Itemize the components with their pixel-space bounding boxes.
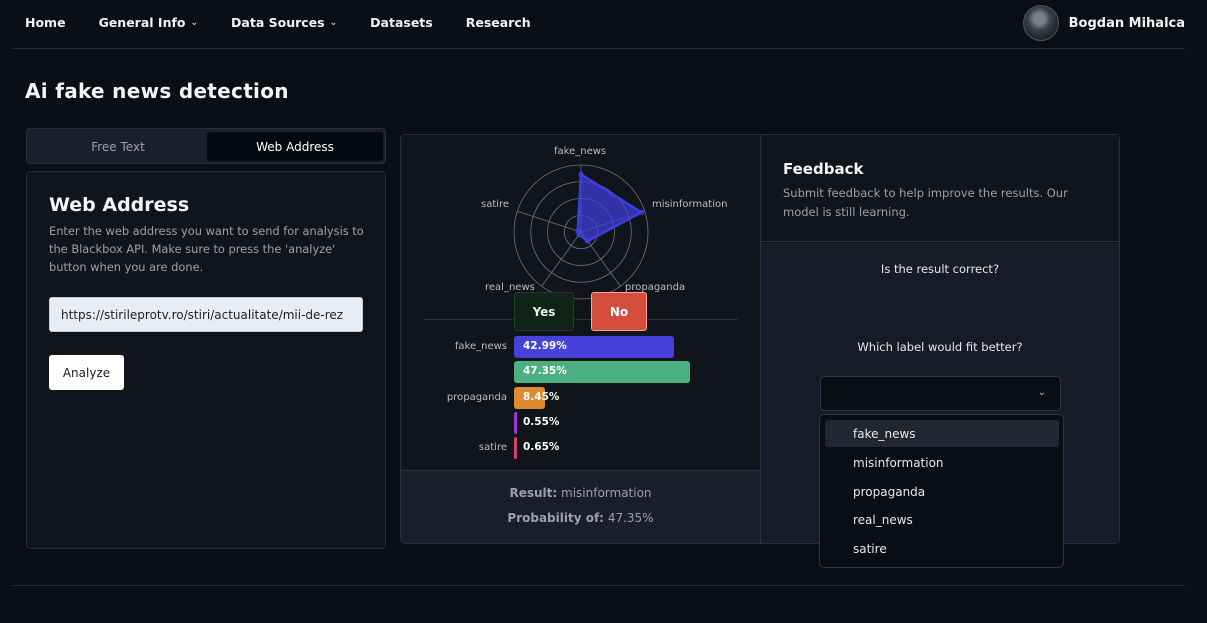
radar-chart-svg <box>513 164 649 300</box>
radar-point <box>575 228 581 234</box>
nav-links: Home General Info ⌄ Data Sources ⌄ Dataset… <box>25 15 564 30</box>
nav-link-label: Home <box>25 15 66 30</box>
nav-link-label: General Info <box>98 15 186 30</box>
radar-point <box>585 238 591 244</box>
radar-series-area <box>576 172 644 243</box>
result-summary: Result: misinformation Probability of: 4… <box>401 470 760 543</box>
bar-value-label: 42.99% <box>523 340 567 352</box>
dropdown-option-misinformation[interactable]: misinformation <box>825 449 1059 476</box>
radar-label-misinformation: misinformation <box>652 199 728 210</box>
bar-row: propaganda 8.45% <box>401 386 760 409</box>
analyze-button[interactable]: Analyze <box>49 355 124 390</box>
tab-free-text[interactable]: Free Text <box>30 132 206 161</box>
no-button[interactable]: No <box>591 292 647 331</box>
dropdown-option-propaganda[interactable]: propaganda <box>825 478 1059 505</box>
input-mode-tabs: Free Text Web Address <box>26 128 386 164</box>
feedback-title: Feedback <box>783 160 864 178</box>
nav-link-label: Datasets <box>370 15 433 30</box>
chart-divider <box>423 319 738 320</box>
bar-row: 47.35% <box>401 361 760 384</box>
bar-row: satire 0.65% <box>401 437 760 460</box>
radar-label-fake-news: fake_news <box>554 146 607 157</box>
bar-label: propaganda <box>446 391 507 403</box>
label-question: Which label would fit better? <box>857 340 1023 354</box>
feedback-description: Submit feedback to help improve the resu… <box>783 186 1068 219</box>
bar-value-label: 0.55% <box>523 415 560 428</box>
bar-value-label: 8.45% <box>523 390 560 403</box>
nav-divider <box>12 48 1185 49</box>
dropdown-option-satire[interactable]: satire <box>825 535 1059 562</box>
bar-row: fake_news 42.99% <box>401 336 760 358</box>
top-nav: Home General Info ⌄ Data Sources ⌄ Dataset… <box>0 0 1207 46</box>
web-address-card: Web Address Enter the web address you wa… <box>26 171 386 549</box>
nav-link-data-sources[interactable]: Data Sources ⌄ <box>231 15 337 30</box>
radar-point <box>578 171 584 177</box>
yes-button[interactable]: Yes <box>514 292 574 331</box>
bar-value-label: 47.35% <box>523 365 567 378</box>
label-dropdown-menu: fake_news misinformation propaganda real… <box>819 414 1064 568</box>
bar <box>514 437 517 460</box>
chevron-down-icon: ⌄ <box>329 17 338 28</box>
bar-row: 0.55% <box>401 411 760 434</box>
feedback-header: Feedback Submit feedback to help improve… <box>761 135 1119 242</box>
chevron-down-icon: ⌄ <box>1037 387 1046 398</box>
footer-divider <box>12 585 1185 586</box>
dropdown-option-real-news[interactable]: real_news <box>825 506 1059 533</box>
radar-point <box>638 209 644 215</box>
nav-link-label: Data Sources <box>231 15 325 30</box>
user-menu[interactable]: Bogdan Mihalca <box>1022 5 1185 41</box>
correctness-question: Is the result correct? <box>880 262 1000 276</box>
bar <box>514 411 517 434</box>
user-name: Bogdan Mihalca <box>1068 15 1185 31</box>
bar-label: fake_news <box>454 341 507 352</box>
result-line: Result: misinformation <box>401 486 760 500</box>
nav-link-label: Research <box>465 15 531 30</box>
url-input[interactable] <box>49 297 363 332</box>
probability-line: Probability of: 47.35% <box>401 511 760 525</box>
result-value: misinformation <box>561 486 652 500</box>
card-description: Enter the web address you want to send f… <box>49 224 364 274</box>
page-title: Ai fake news detection <box>25 79 289 103</box>
bar-value-label: 0.65% <box>523 441 560 454</box>
radar-chart: fake_news misinformation propaganda real… <box>401 135 760 315</box>
nav-link-home[interactable]: Home <box>25 15 66 30</box>
chevron-down-icon: ⌄ <box>190 17 199 28</box>
radar-axis <box>517 210 582 233</box>
result-label: Result: <box>509 486 558 500</box>
nav-link-datasets[interactable]: Datasets <box>370 15 433 30</box>
tab-web-address[interactable]: Web Address <box>207 132 383 161</box>
nav-link-general-info[interactable]: General Info ⌄ <box>99 15 198 30</box>
dropdown-option-fake-news[interactable]: fake_news <box>825 420 1059 447</box>
nav-link-research[interactable]: Research <box>466 15 531 30</box>
card-title: Web Address <box>49 194 190 216</box>
avatar[interactable] <box>1022 5 1059 41</box>
radar-label-satire: satire <box>481 199 510 210</box>
bar-label: satire <box>478 442 507 454</box>
label-select[interactable]: ⌄ <box>820 376 1061 411</box>
probability-label: Probability of: <box>507 511 604 525</box>
probability-value: 47.35% <box>607 511 654 525</box>
